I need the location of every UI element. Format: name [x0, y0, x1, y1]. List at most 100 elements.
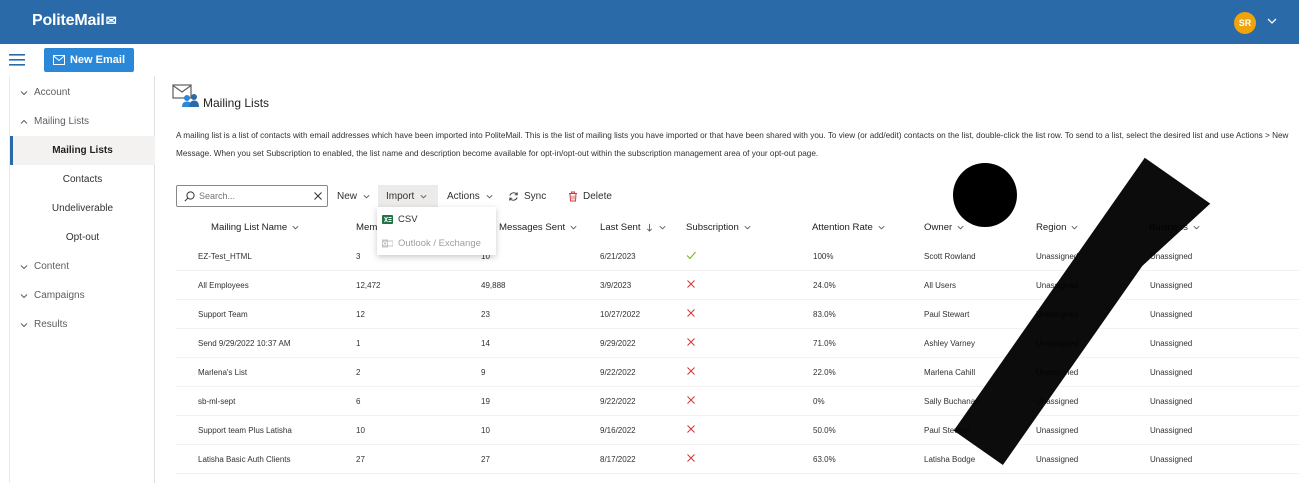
cell-messages-sent: 9	[481, 368, 486, 377]
cell-region: Unassigned	[1036, 455, 1079, 464]
column-header-region[interactable]: Region	[1036, 222, 1079, 233]
cell-business: Unassigned	[1150, 426, 1193, 435]
cell-last-sent: 9/29/2022	[600, 339, 636, 348]
envelope-logo-icon: ✉	[105, 13, 117, 28]
new-email-button[interactable]: New Email	[44, 48, 134, 72]
delete-command-label: Delete	[583, 190, 612, 202]
cell-owner: Paul Stewart	[924, 310, 970, 319]
sidebar-item-mailing-lists-group[interactable]: Mailing Lists	[10, 107, 155, 136]
cell-attention-rate: 63.0%	[813, 455, 836, 464]
cell-members: 10	[356, 426, 365, 435]
table-row[interactable]: Support team Plus Latisha 10 10 9/16/2022 50…	[176, 416, 1299, 445]
column-header-label: Subscription	[686, 222, 739, 233]
column-header-last-sent[interactable]: Last Sent	[600, 222, 667, 233]
new-command-button[interactable]: New	[337, 188, 371, 204]
chevron-down-icon[interactable]	[1265, 14, 1279, 28]
cell-name: EZ-Test_HTML	[198, 252, 252, 261]
trash-icon	[569, 191, 577, 201]
cell-members: 1	[356, 339, 361, 348]
column-header-label: Mem	[356, 222, 378, 233]
table-row[interactable]: Marlena's List 2 9 9/22/2022 22.0% Marlena Ca…	[176, 358, 1299, 387]
user-avatar[interactable]: SR	[1234, 12, 1256, 34]
cell-attention-rate: 71.0%	[813, 339, 836, 348]
cell-name: Send 9/29/2022 10:37 AM	[198, 339, 291, 348]
cell-business: Unassigned	[1150, 397, 1193, 406]
cell-owner: Paul Stewart	[924, 426, 970, 435]
cell-region: Unassigned	[1036, 310, 1079, 319]
cell-members: 2	[356, 368, 361, 377]
table-row[interactable]: EZ-Test_HTML 3 10 6/21/2023 100% Scott Rowlan…	[176, 242, 1299, 271]
column-header-members[interactable]: Mem	[356, 222, 377, 233]
new-email-label: New Email	[69, 54, 126, 66]
cell-name: Marlena's List	[198, 368, 248, 377]
import-csv-menu-item[interactable]: CSV	[377, 207, 496, 231]
envelope-icon	[52, 55, 65, 65]
column-header-label: Attention Rate	[812, 222, 873, 233]
cell-owner: Ashley Varney	[924, 339, 975, 348]
sync-command-button[interactable]: Sync	[508, 188, 546, 204]
sidebar-nav: Account Mailing Lists Mailing Lists Cont…	[9, 76, 155, 483]
app-logo[interactable]: PoliteMail✉	[32, 12, 117, 30]
cell-name: sb-ml-sept	[198, 397, 236, 406]
cell-messages-sent: 27	[481, 455, 490, 464]
cell-attention-rate: 0%	[813, 397, 825, 406]
chevron-down-icon	[486, 194, 493, 198]
cell-business: Unassigned	[1150, 252, 1193, 261]
mailing-list-icon	[172, 84, 199, 107]
cell-attention-rate: 100%	[813, 252, 834, 261]
sync-icon	[509, 191, 518, 201]
cell-business: Unassigned	[1150, 368, 1193, 377]
cell-messages-sent: 14	[481, 339, 490, 348]
chevron-down-icon	[878, 225, 885, 230]
sidebar-item-mailing-lists[interactable]: Mailing Lists	[10, 136, 155, 165]
sidebar-item-content[interactable]: Content	[10, 252, 155, 281]
import-outlook-menu-item[interactable]: Outlook / Exchange	[377, 231, 496, 255]
checkmark-icon	[686, 250, 696, 262]
sidebar-item-label: Mailing Lists	[52, 145, 113, 156]
sidebar-item-account[interactable]: Account	[10, 78, 155, 107]
sidebar-item-label: Campaigns	[34, 290, 85, 301]
search-icon	[184, 191, 195, 202]
search-input-box[interactable]	[176, 185, 328, 207]
hamburger-menu-icon[interactable]	[9, 53, 25, 67]
outlook-exchange-icon	[382, 239, 393, 247]
table-row[interactable]: Send 9/29/2022 10:37 AM 1 14 9/29/2022 71.0%…	[176, 329, 1299, 358]
clear-search-icon[interactable]	[313, 191, 323, 201]
cell-last-sent: 9/22/2022	[600, 397, 636, 406]
chevron-down-icon	[570, 225, 577, 230]
column-header-messages-sent[interactable]: Messages Sent	[499, 222, 578, 233]
cell-owner: Latisha Bodge	[924, 455, 976, 464]
column-header-label: Region	[1036, 222, 1067, 233]
sidebar-item-label: Content	[34, 261, 70, 272]
sidebar-item-opt-out[interactable]: Opt-out	[10, 223, 155, 252]
sidebar-item-contacts[interactable]: Contacts	[10, 165, 155, 194]
column-header-name[interactable]: Mailing List Name	[211, 222, 300, 233]
sidebar-item-undeliverable[interactable]: Undeliverable	[10, 194, 155, 223]
import-command-button[interactable]: Import	[386, 188, 428, 204]
delete-command-button[interactable]: Delete	[568, 188, 612, 204]
cell-owner: Scott Rowland	[924, 252, 976, 261]
sidebar-item-campaigns[interactable]: Campaigns	[10, 281, 155, 310]
table-row[interactable]: Support Team 12 23 10/27/2022 83.0% Paul Stew…	[176, 300, 1299, 329]
cell-owner: Marlena Cahill	[924, 368, 976, 377]
column-header-owner[interactable]: Owner	[924, 222, 965, 233]
table-row[interactable]: Latisha Basic Auth Clients 27 27 8/17/2022 6…	[176, 445, 1299, 474]
table-row[interactable]: sb-ml-sept 6 19 9/22/2022 0% Sally Buchanan Un…	[176, 387, 1299, 416]
sort-descending-icon	[646, 223, 652, 232]
import-csv-label: CSV	[398, 213, 418, 225]
column-header-business[interactable]: Business	[1149, 222, 1201, 233]
import-dropdown-menu: CSV Outlook / Exchange	[377, 207, 496, 255]
actions-command-button[interactable]: Actions	[447, 188, 494, 204]
column-header-label: Mailing List Name	[211, 222, 288, 233]
sidebar-item-results[interactable]: Results	[10, 310, 155, 339]
chevron-down-icon	[292, 225, 299, 230]
column-header-subscription[interactable]: Subscription	[686, 222, 752, 233]
column-header-attention-rate[interactable]: Attention Rate	[812, 222, 886, 233]
cell-last-sent: 3/9/2023	[600, 281, 632, 290]
cell-members: 6	[356, 397, 361, 406]
excel-csv-icon	[382, 214, 393, 224]
cell-region: Unassigned	[1036, 397, 1079, 406]
table-row[interactable]: All Employees 12,472 49,888 3/9/2023 24.0% Al…	[176, 271, 1299, 300]
cell-messages-sent: 19	[481, 397, 490, 406]
search-input[interactable]	[199, 189, 299, 203]
